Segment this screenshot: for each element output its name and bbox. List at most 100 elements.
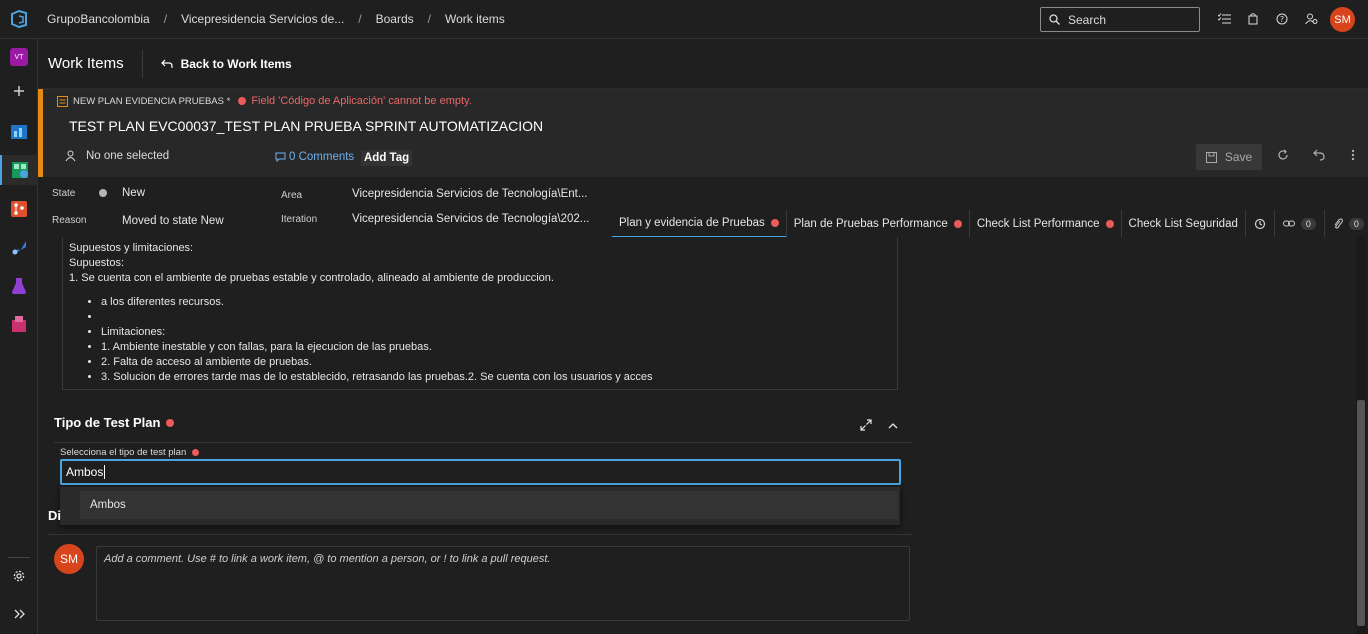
breadcrumb-boards[interactable]: Boards	[376, 12, 414, 26]
bullet-list: a los diferentes recursos. Limitaciones:…	[101, 295, 891, 385]
text-line: Supuestos y limitaciones:	[69, 242, 194, 254]
project-avatar[interactable]: VT	[0, 42, 38, 72]
section-divider	[54, 442, 912, 443]
link-icon	[1282, 220, 1295, 227]
task-list-icon[interactable]	[1216, 9, 1232, 29]
azure-devops-logo-icon[interactable]	[0, 0, 38, 38]
refresh-icon[interactable]	[1277, 149, 1289, 164]
assigned-to[interactable]: No one selected	[86, 150, 169, 162]
test-plans-icon[interactable]	[0, 271, 38, 301]
text-caret	[104, 465, 106, 479]
reason-field[interactable]: Moved to state New	[122, 215, 224, 227]
work-item-title[interactable]: TEST PLAN EVC00037_TEST PLAN PRUEBA SPRI…	[69, 118, 543, 134]
expand-section-icon[interactable]	[860, 419, 872, 434]
tab-error-icon	[953, 220, 962, 228]
comments-count: 0 Comments	[289, 151, 355, 163]
search-icon	[1049, 14, 1060, 25]
error-icon	[238, 97, 247, 105]
shopping-bag-icon[interactable]	[1245, 9, 1261, 29]
history-tab[interactable]	[1246, 210, 1275, 238]
overview-icon[interactable]	[0, 116, 38, 146]
work-item-content: Supuestos y limitaciones: Supuestos: 1. …	[38, 237, 1368, 634]
validation-error: Field 'Código de Aplicación' cannot be e…	[238, 95, 472, 107]
breadcrumb-project[interactable]: Vicepresidencia Servicios de...	[181, 12, 344, 26]
breadcrumb-work-items[interactable]: Work items	[445, 12, 505, 26]
state-field[interactable]: New	[122, 187, 145, 199]
add-tag-button[interactable]: Add Tag	[361, 150, 413, 166]
text-line: Supuestos:	[69, 257, 125, 269]
back-label: Back to Work Items	[180, 56, 292, 71]
breadcrumb: GrupoBancolombia / Vicepresidencia Servi…	[47, 12, 505, 26]
tab-checklist-performance[interactable]: Check List Performance	[969, 210, 1122, 238]
more-actions-icon[interactable]	[1351, 149, 1355, 164]
list-item: 3. Solucion de errores tarde mas de lo e…	[101, 370, 891, 385]
attachments-tab[interactable]: 0	[1325, 210, 1368, 238]
work-item-meta: No one selected 0 Comments Add Tag	[65, 150, 413, 166]
tab-plan-evidencia[interactable]: Plan y evidencia de Pruebas	[612, 210, 787, 238]
artifacts-icon[interactable]	[0, 309, 38, 339]
comments-link[interactable]: 0 Comments	[275, 151, 354, 163]
repos-icon[interactable]	[0, 194, 38, 224]
state-indicator	[99, 189, 107, 197]
header-divider	[141, 49, 143, 78]
combobox-dropdown: Ambos	[60, 487, 900, 525]
list-item: a los diferentes recursos.	[101, 295, 891, 310]
required-error-icon	[192, 449, 200, 456]
list-item: 1. Ambiente inestable y con fallas, para…	[101, 340, 891, 355]
reason-label: Reason	[52, 215, 87, 226]
page-title: Work Items	[48, 55, 124, 72]
dropdown-option-ambos[interactable]: Ambos	[80, 491, 898, 519]
page-scrollbar[interactable]	[1356, 237, 1366, 634]
pipelines-icon[interactable]	[0, 233, 38, 263]
page-scrollbar-thumb[interactable]	[1357, 400, 1365, 626]
breadcrumb-separator: /	[358, 12, 362, 26]
list-item	[101, 310, 891, 325]
expand-nav-icon[interactable]	[0, 599, 38, 629]
add-icon[interactable]	[0, 76, 38, 106]
work-item-header: NEW PLAN EVIDENCIA PRUEBAS * Field 'Códi…	[38, 89, 1368, 177]
back-to-work-items-link[interactable]: Back to Work Items	[160, 56, 292, 71]
discussion-divider	[48, 534, 912, 535]
list-item: 2. Falta de acceso al ambiente de prueba…	[101, 355, 891, 370]
tab-label: Check List Seguridad	[1128, 218, 1238, 230]
tab-plan-performance[interactable]: Plan de Pruebas Performance	[786, 210, 970, 238]
iteration-label: Iteration	[281, 214, 318, 225]
top-bar: GrupoBancolombia / Vicepresidencia Servi…	[0, 0, 1368, 39]
select-label-text: Selecciona el tipo de test plan	[60, 447, 187, 458]
user-settings-icon[interactable]	[1303, 9, 1319, 29]
supuestos-rich-text-editor[interactable]: Supuestos y limitaciones: Supuestos: 1. …	[62, 237, 898, 390]
back-arrow-icon	[160, 59, 173, 68]
iteration-field[interactable]: Vicepresidencia Servicios de Tecnología\…	[352, 213, 589, 225]
links-count: 0	[1300, 218, 1316, 230]
search-input[interactable]: Search	[1040, 7, 1200, 32]
boards-icon[interactable]	[0, 155, 38, 185]
user-avatar[interactable]: SM	[1330, 7, 1355, 32]
tab-checklist-seguridad[interactable]: Check List Seguridad	[1121, 210, 1246, 238]
work-item-tabs: Plan y evidencia de Pruebas Plan de Prue…	[612, 210, 1368, 238]
save-icon	[1205, 151, 1217, 163]
collapse-section-icon[interactable]	[888, 419, 898, 433]
state-label: State	[52, 188, 76, 199]
svg-text:?: ?	[1280, 15, 1284, 24]
paperclip-icon	[1334, 218, 1343, 229]
settings-gear-icon[interactable]	[0, 561, 38, 591]
help-icon[interactable]: ?	[1274, 9, 1290, 29]
breadcrumb-org[interactable]: GrupoBancolombia	[47, 12, 150, 26]
comment-author-avatar: SM	[54, 544, 84, 574]
search-placeholder: Search	[1068, 12, 1107, 27]
tab-error-icon	[1105, 220, 1114, 228]
save-button[interactable]: Save	[1196, 144, 1262, 170]
left-navigation: VT	[0, 39, 38, 634]
text-line: 1. Se cuenta con el ambiente de pruebas …	[69, 272, 554, 284]
comment-input[interactable]: Add a comment. Use # to link a work item…	[96, 546, 910, 621]
links-tab[interactable]: 0	[1275, 210, 1325, 238]
tipo-test-plan-header: Tipo de Test Plan	[54, 415, 175, 430]
history-icon	[1254, 218, 1265, 230]
undo-icon[interactable]	[1313, 149, 1325, 164]
test-plan-type-combobox[interactable]: Ambos	[60, 459, 901, 485]
area-field[interactable]: Vicepresidencia Servicios de Tecnología\…	[352, 188, 587, 200]
tab-label: Plan y evidencia de Pruebas	[619, 217, 765, 229]
combobox-value: Ambos	[66, 465, 104, 479]
breadcrumb-separator: /	[163, 12, 168, 26]
discussion-label: Di	[48, 508, 61, 523]
